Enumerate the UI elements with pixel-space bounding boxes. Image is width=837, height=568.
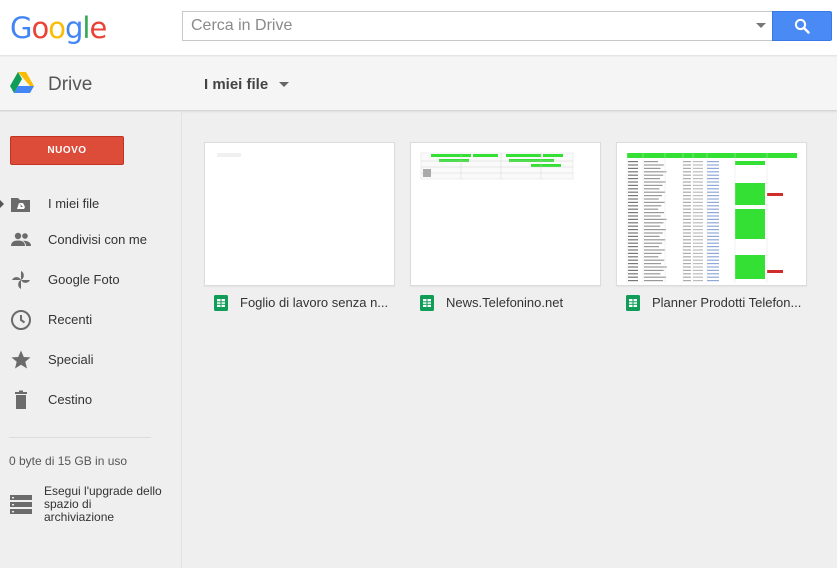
drive-logo-icon[interactable] [10,72,34,94]
sidebar-item-label: Cestino [48,392,93,407]
file-card-footer: News.Telefonino.net [410,286,601,320]
logo-letter: o [31,11,49,45]
search-options-dropdown[interactable] [756,23,766,28]
search-box [182,11,772,41]
sidebar-item-shared[interactable]: Condivisi con me [0,222,181,258]
chevron-down-icon[interactable] [279,82,289,87]
dense-table-preview [626,153,797,283]
file-thumbnail [204,142,395,286]
sheets-icon [420,295,434,311]
sheets-icon [626,295,640,311]
new-button[interactable]: NUOVO [10,136,124,165]
sidebar-item-label: Speciali [48,352,94,367]
my-drive-folder-icon [11,198,30,212]
sidebar-item-my-drive[interactable]: I miei file [0,186,181,222]
logo-letter: g [64,11,83,45]
file-thumbnail [410,142,601,286]
file-name: News.Telefonino.net [446,295,564,310]
app-title: Drive [48,74,93,95]
logo-letter: G [10,11,33,45]
app-bar: Drive I miei file [0,57,837,111]
search-icon [794,18,810,34]
star-icon [11,350,31,369]
sidebar-item-starred[interactable]: Speciali [0,342,181,378]
sidebar-item-label: I miei file [48,196,100,211]
file-card-footer: Planner Prodotti Telefon... [616,286,807,320]
storage-quota-text: 0 byte di 15 GB in uso [9,454,128,468]
file-card[interactable]: Planner Prodotti Telefon... [616,142,807,320]
file-card-footer: Foglio di lavoro senza n... [204,286,395,320]
storage-icon [10,495,32,514]
pinwheel-icon [12,271,30,289]
sheets-icon [214,295,228,311]
sidebar-item-label: Google Foto [48,272,120,287]
search-button[interactable] [772,11,832,41]
sidebar-item-trash[interactable]: Cestino [0,382,181,418]
people-icon [11,232,31,246]
clock-icon [11,310,31,330]
small-table-preview [420,152,574,180]
top-bar: Google [0,0,837,56]
logo-letter: e [89,11,107,45]
logo-letter: o [48,11,66,45]
current-folder-title[interactable]: I miei file [204,76,268,93]
google-logo[interactable]: Google [10,11,107,45]
file-name: Foglio di lavoro senza n... [240,295,389,310]
sidebar-item-recent[interactable]: Recenti [0,302,181,338]
logo-letter: l [82,11,90,45]
search-input[interactable] [183,12,743,40]
blank-sheet-preview [217,153,241,157]
active-indicator [0,200,4,208]
trash-icon [15,390,27,409]
file-name: Planner Prodotti Telefon... [652,295,802,310]
sidebar-item-label: Condivisi con me [48,232,147,247]
sidebar-divider [9,437,151,438]
upgrade-storage-link[interactable]: Esegui l'upgrade dello spazio di archivi… [0,482,181,530]
file-thumbnail [616,142,807,286]
upgrade-storage-label: Esegui l'upgrade dello spazio di archivi… [44,484,162,524]
sidebar: NUOVO I miei file Condivisi con me Googl… [0,112,182,568]
file-card[interactable]: Foglio di lavoro senza n... [204,142,395,320]
sidebar-item-label: Recenti [48,312,93,327]
file-card[interactable]: News.Telefonino.net [410,142,601,320]
sidebar-item-google-photos[interactable]: Google Foto [0,262,181,298]
